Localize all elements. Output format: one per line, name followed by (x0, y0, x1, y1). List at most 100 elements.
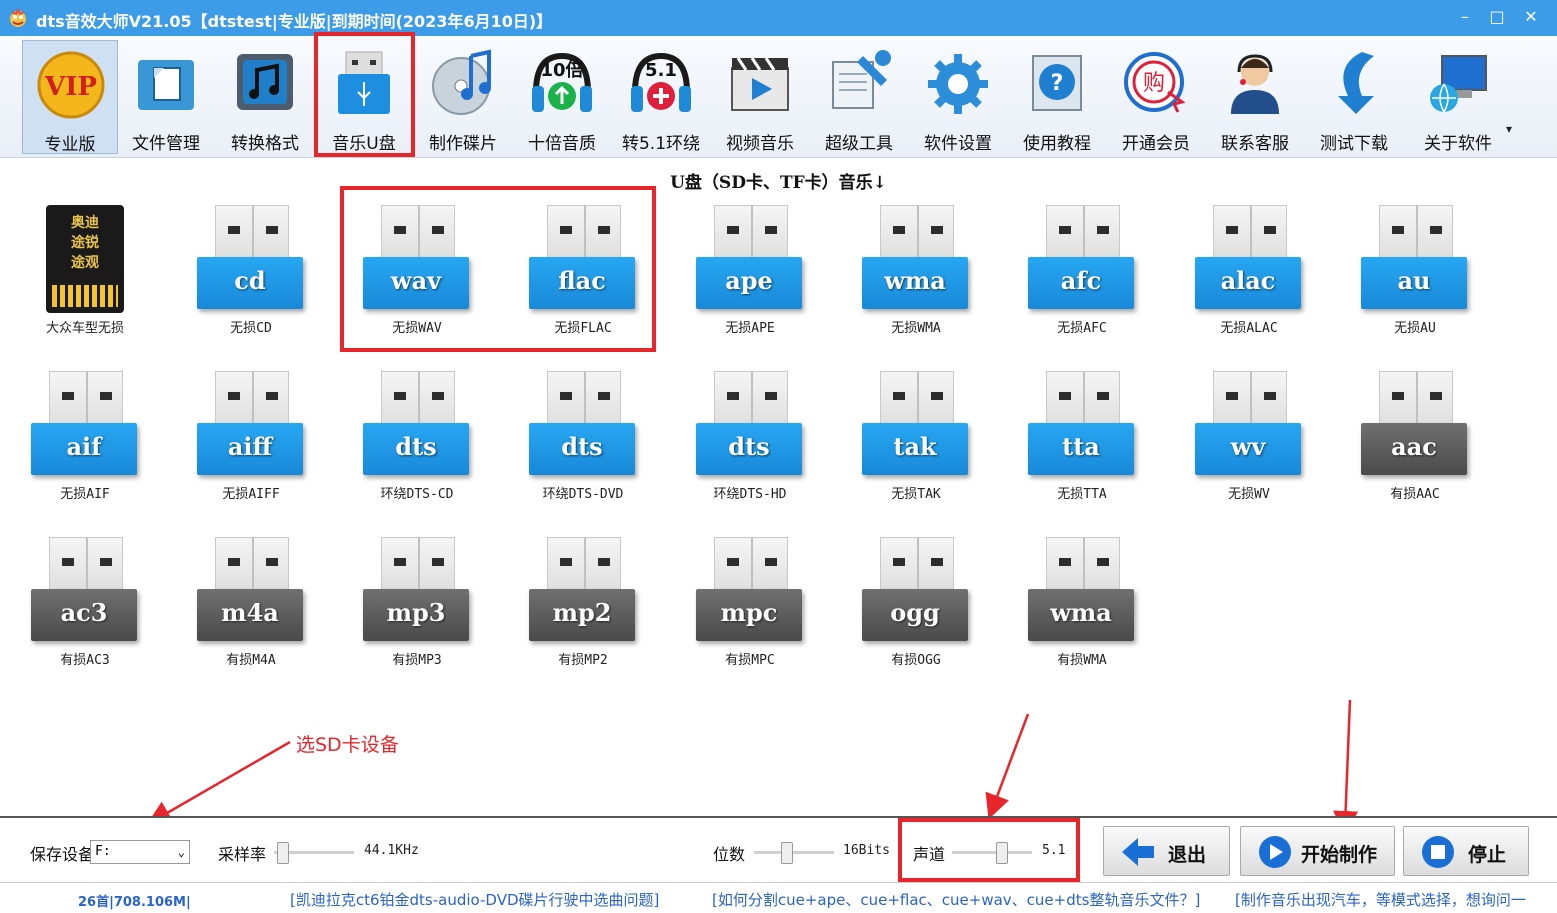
format-caption: 大众车型无损 (45, 321, 124, 336)
vip-icon: VIP (37, 51, 105, 119)
format-tile-au[interactable]: au 无损AU (1330, 195, 1490, 355)
toolbar-item-4[interactable]: 制作碟片 (415, 40, 511, 154)
minimize-button[interactable]: – (1448, 4, 1482, 30)
toolbar-item-1[interactable]: 文件管理 (118, 40, 214, 154)
toolbar-item-label: 制作碟片 (429, 134, 497, 154)
video-clapper-icon (731, 57, 789, 111)
help-link-3[interactable]: [制作音乐出现汽车，等模式选择，想询问一 (1235, 889, 1526, 910)
toolbar-item-12[interactable]: 联系客服 (1207, 40, 1303, 154)
channels-slider[interactable] (952, 842, 1032, 864)
bits-value: 16Bits (843, 843, 890, 858)
format-tile-ape[interactable]: ape 无损APE (665, 195, 825, 355)
usb-body: au (1361, 257, 1467, 309)
format-label: tta (1062, 432, 1100, 461)
toolbar-item-6[interactable]: 5.1 转5.1环绕 (613, 40, 709, 154)
format-tile-m4a[interactable]: m4a 有损M4A (166, 527, 326, 687)
toolbar-item-label: 视频音乐 (726, 134, 794, 154)
slider-thumb[interactable] (781, 842, 793, 864)
format-caption: 有损OGG (891, 653, 941, 668)
toolbar-item-label: 使用教程 (1023, 134, 1091, 154)
toolbar-item-label: 十倍音质 (528, 134, 596, 154)
format-tile-mpc[interactable]: mpc 有损MPC (665, 527, 825, 687)
format-label: mp3 (386, 598, 446, 627)
usb-body: mpc (696, 589, 802, 641)
usb-plug-icon (1213, 371, 1287, 428)
format-tile-dts[interactable]: dts 环绕DTS-DVD (498, 361, 658, 521)
stop-button[interactable]: 停止 (1403, 826, 1529, 876)
format-tile-mp2[interactable]: mp2 有损MP2 (498, 527, 658, 687)
format-caption: 环绕DTS-CD (380, 487, 454, 502)
settings-panel: 保存设备 F: ⌄ 采样率 44.1KHz 位数 16Bits 声道 5.1 退… (0, 816, 1557, 882)
maximize-button[interactable]: □ (1480, 4, 1514, 30)
music-note-icon (237, 54, 293, 110)
stop-label: 停止 (1468, 844, 1507, 866)
slider-thumb[interactable] (996, 842, 1008, 864)
svg-text:购: 购 (1143, 71, 1165, 96)
window-title: dts音效大师V21.05【dtstest|专业版|到期时间(2023年6月10… (36, 12, 553, 31)
toolbar-item-13[interactable]: 测试下载 (1306, 40, 1402, 154)
format-caption: 有损MPC (725, 653, 775, 668)
format-tile-wma[interactable]: wma 有损WMA (997, 527, 1157, 687)
usb-plug-icon (215, 371, 289, 428)
format-tile-wv[interactable]: wv 无损WV (1164, 361, 1324, 521)
svg-text:VIP: VIP (44, 72, 97, 102)
format-label: cd (234, 266, 266, 295)
start-button[interactable]: 开始制作 (1240, 826, 1395, 876)
usb-body: tak (862, 423, 968, 475)
format-tile-tak[interactable]: tak 无损TAK (831, 361, 991, 521)
save-device-value: F: (95, 844, 111, 859)
format-label: tak (893, 432, 937, 461)
format-tile-dts[interactable]: dts 环绕DTS-CD (332, 361, 492, 521)
support-agent-icon (1231, 54, 1279, 114)
format-tile-cd[interactable]: cd 无损CD (166, 195, 326, 355)
usb-body: mp2 (529, 589, 635, 641)
format-caption: 有损AAC (1390, 487, 1440, 502)
format-caption: 无损AU (1394, 321, 1436, 336)
format-caption: 无损APE (725, 321, 775, 336)
toolbar-item-5[interactable]: 10倍 十倍音质 (514, 40, 610, 154)
format-label: afc (1060, 266, 1102, 295)
format-label: wv (1230, 432, 1266, 461)
usb-plug-icon (1213, 205, 1287, 262)
toolbar-item-9[interactable]: 软件设置 (910, 40, 1006, 154)
format-tile-ac3[interactable]: ac3 有损AC3 (0, 527, 160, 687)
usb-body: aiff (197, 423, 303, 475)
toolbar-item-7[interactable]: 视频音乐 (712, 40, 808, 154)
close-button[interactable]: ✕ (1514, 4, 1548, 30)
slider-thumb[interactable] (277, 842, 289, 864)
format-label: aif (66, 432, 102, 461)
format-label: mp2 (552, 598, 612, 627)
toolbar-item-8[interactable]: 超级工具 (811, 40, 907, 154)
format-tile-mp3[interactable]: mp3 有损MP3 (332, 527, 492, 687)
format-tile-aiff[interactable]: aiff 无损AIFF (166, 361, 326, 521)
bits-slider[interactable] (754, 842, 834, 864)
usb-plug-icon (547, 537, 621, 594)
format-tile-wma[interactable]: wma 无损WMA (831, 195, 991, 355)
play-icon (1259, 836, 1291, 868)
save-device-select[interactable]: F: ⌄ (90, 840, 190, 864)
track-count-status: 26首|708.106M| (78, 895, 191, 910)
usb-plug-icon (215, 205, 289, 262)
back-arrow-icon (1122, 838, 1154, 866)
toolbar-item-2[interactable]: 转换格式 (217, 40, 313, 154)
format-tile-afc[interactable]: afc 无损AFC (997, 195, 1157, 355)
format-tile-tta[interactable]: tta 无损TTA (997, 361, 1157, 521)
format-tile-sdcard[interactable]: 奥迪 途锐 途观 大众车型无损 (0, 195, 160, 355)
usb-body: dts (363, 423, 469, 475)
format-tile-alac[interactable]: alac 无损ALAC (1164, 195, 1324, 355)
toolbar-item-10[interactable]: ? 使用教程 (1009, 40, 1105, 154)
help-link-2[interactable]: [如何分割cue+ape、cue+flac、cue+wav、cue+dts整轨音… (712, 889, 1200, 910)
toolbar-item-0[interactable]: VIP 专业版 (22, 40, 118, 155)
help-link-1[interactable]: [凯迪拉克ct6铂金dts-audio-DVD碟片行驶中选曲问题] (290, 889, 659, 910)
exit-button[interactable]: 退出 (1103, 826, 1230, 876)
toolbar-item-11[interactable]: 购开通会员 (1108, 40, 1204, 154)
sample-rate-slider[interactable] (274, 842, 354, 864)
toolbar-more-dropdown-icon[interactable]: ▾ (1506, 122, 1512, 136)
channels-value: 5.1 (1042, 843, 1066, 858)
format-tile-dts[interactable]: dts 环绕DTS-HD (665, 361, 825, 521)
format-tile-ogg[interactable]: ogg 有损OGG (831, 527, 991, 687)
usb-body: aif (31, 423, 137, 475)
format-tile-aif[interactable]: aif 无损AIF (0, 361, 160, 521)
toolbar-item-14[interactable]: 关于软件 (1410, 40, 1506, 154)
format-tile-aac[interactable]: aac 有损AAC (1330, 361, 1490, 521)
